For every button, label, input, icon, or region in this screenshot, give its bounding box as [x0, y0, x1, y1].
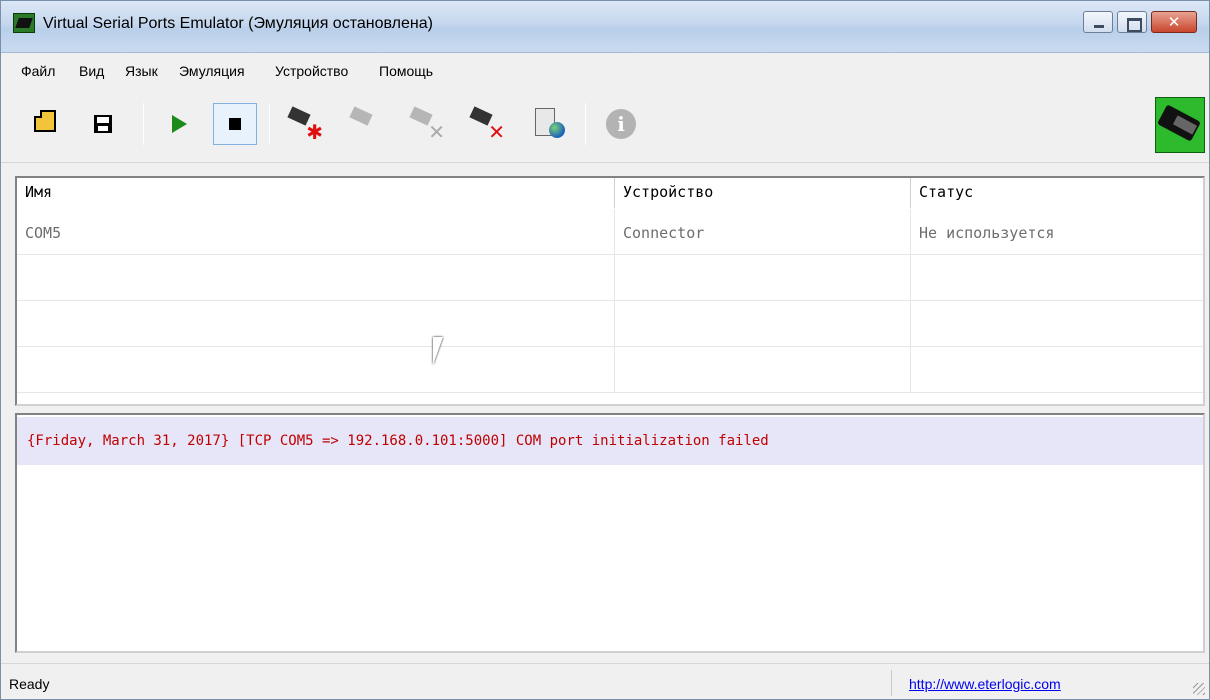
- eterlogic-logo-icon: [1155, 97, 1205, 153]
- toolbar-separator: [143, 103, 144, 145]
- toolbar: ✱ ✕ ✕ i: [1, 91, 1209, 163]
- status-text: Ready: [9, 676, 50, 692]
- device-properties-icon: [347, 104, 387, 144]
- save-button[interactable]: [81, 103, 125, 145]
- minimize-button[interactable]: [1083, 11, 1113, 33]
- menu-bar: Файл Вид Язык Эмуляция Устройство Помощь: [1, 55, 1209, 89]
- maximize-button[interactable]: [1117, 11, 1147, 33]
- device-properties-button[interactable]: [345, 103, 389, 145]
- save-disk-icon: [94, 115, 112, 133]
- website-link[interactable]: http://www.eterlogic.com: [909, 676, 1061, 692]
- empty-row: [17, 255, 1203, 301]
- column-header-status[interactable]: Статус: [911, 178, 1203, 208]
- menu-view[interactable]: Вид: [79, 63, 104, 79]
- stop-emulation-button[interactable]: [213, 103, 257, 145]
- log-panel[interactable]: {Friday, March 31, 2017} [TCP COM5 => 19…: [15, 413, 1205, 653]
- star-icon: ✱: [306, 120, 323, 144]
- toolbar-separator: [269, 103, 270, 145]
- new-device-button[interactable]: ✱: [283, 103, 327, 145]
- column-header-device[interactable]: Устройство: [615, 178, 911, 208]
- log-entry[interactable]: {Friday, March 31, 2017} [TCP COM5 => 19…: [17, 417, 1203, 465]
- mouse-cursor-icon: [433, 337, 443, 365]
- close-icon: ✕: [1167, 13, 1181, 31]
- network-monitor-button[interactable]: [527, 103, 571, 145]
- new-device-icon: ✱: [285, 104, 325, 144]
- ports-list[interactable]: Имя Устройство Статус COM5 Connector Не …: [15, 176, 1205, 406]
- menu-file[interactable]: Файл: [21, 63, 55, 79]
- toolbar-separator: [585, 103, 586, 145]
- network-monitor-icon: [531, 106, 567, 142]
- title-bar[interactable]: Virtual Serial Ports Emulator (Эмуляция …: [1, 1, 1209, 53]
- list-header: Имя Устройство Статус: [17, 178, 1203, 208]
- info-icon: i: [606, 109, 636, 139]
- status-bar: Ready http://www.eterlogic.com: [1, 663, 1209, 699]
- column-header-name[interactable]: Имя: [17, 178, 615, 208]
- port-device-cell: Connector: [615, 209, 911, 255]
- about-button[interactable]: i: [599, 103, 643, 145]
- empty-row: [17, 301, 1203, 347]
- menu-device[interactable]: Устройство: [275, 63, 348, 79]
- app-window: Virtual Serial Ports Emulator (Эмуляция …: [0, 0, 1210, 700]
- play-icon: [171, 115, 187, 133]
- menu-emulation[interactable]: Эмуляция: [179, 63, 245, 79]
- table-row[interactable]: COM5 Connector Не используется: [17, 209, 1203, 255]
- empty-row: [17, 347, 1203, 393]
- stop-icon: [229, 118, 241, 130]
- app-icon[interactable]: [13, 13, 35, 33]
- status-divider: [891, 670, 892, 696]
- resize-grip-icon[interactable]: [1193, 683, 1205, 695]
- delete-device-icon: ✕: [467, 104, 507, 144]
- start-emulation-button[interactable]: [157, 103, 201, 145]
- menu-language[interactable]: Язык: [125, 63, 158, 79]
- close-button[interactable]: ✕: [1151, 11, 1197, 33]
- open-button[interactable]: [23, 103, 67, 145]
- disconnect-device-button[interactable]: ✕: [405, 103, 449, 145]
- x-icon: ✕: [488, 120, 505, 144]
- port-status-cell: Не используется: [911, 209, 1203, 255]
- disconnect-device-icon: ✕: [407, 104, 447, 144]
- delete-device-button[interactable]: ✕: [465, 103, 509, 145]
- port-name-cell: COM5: [17, 209, 615, 255]
- open-folder-icon: [34, 110, 56, 132]
- menu-help[interactable]: Помощь: [379, 63, 433, 79]
- window-title: Virtual Serial Ports Emulator (Эмуляция …: [43, 15, 433, 32]
- x-icon: ✕: [428, 120, 445, 144]
